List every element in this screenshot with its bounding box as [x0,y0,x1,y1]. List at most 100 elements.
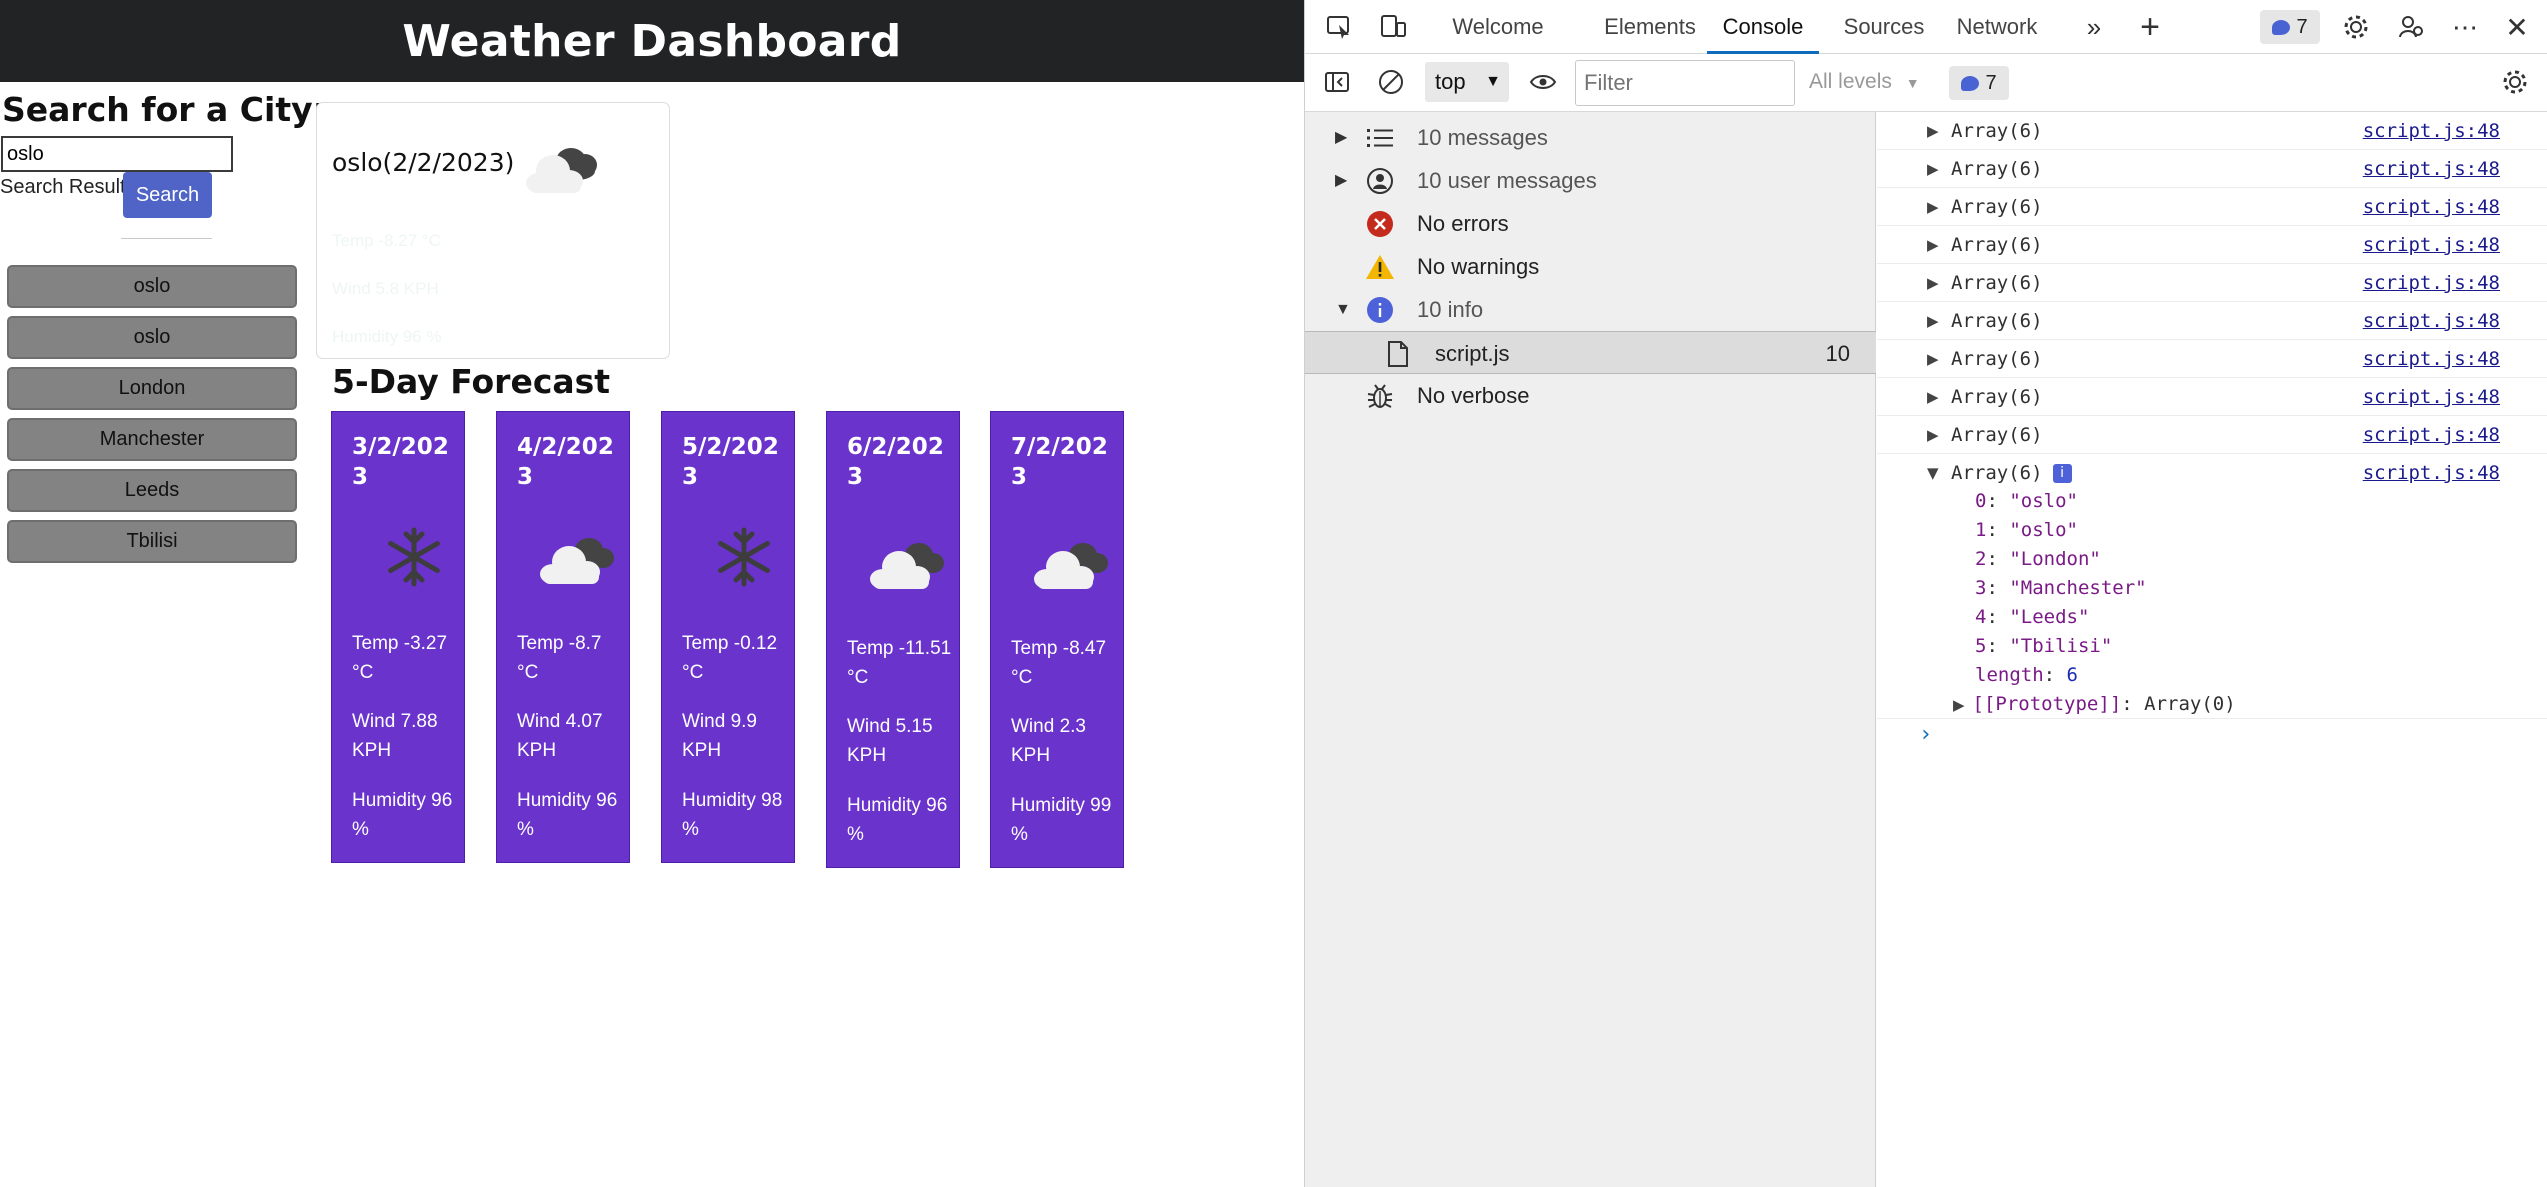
search-heading: Search for a City: [2,90,326,129]
sidebar-item-user-messages[interactable]: ▶ 10 user messages [1305,159,1876,202]
current-wind: Wind 5.8 KPH [332,279,439,298]
expand-arrow-icon[interactable]: ▶ [1927,150,1939,188]
issues-badge[interactable]: 7 [2260,10,2320,44]
log-source-link[interactable]: script.js:48 [2363,264,2500,302]
forecast-temp: Temp -0.12 °C [682,633,778,683]
history-button-leeds[interactable]: Leeds [7,469,297,512]
expand-arrow-icon[interactable]: ▶ [1927,264,1939,302]
forecast-wind: Wind 4.07 KPH [517,711,603,761]
forecast-date: 7/2/2023 [1011,434,1108,490]
log-source-link[interactable]: script.js:48 [2363,416,2500,454]
log-entry[interactable]: ▶ Array(6) script.js:48 [1877,150,2547,188]
log-entry[interactable]: ▶ Array(6) script.js:48 [1877,188,2547,226]
sidebar-item-errors[interactable]: No errors [1305,202,1876,245]
expand-arrow-icon[interactable]: ▶ [1927,226,1939,264]
sidebar-label: 10 user messages [1417,168,1597,193]
log-source-link[interactable]: script.js:48 [2363,302,2500,340]
forecast-temp: Temp -11.51 °C [847,638,952,688]
sidebar-item-verbose[interactable]: No verbose [1305,374,1876,417]
search-button[interactable]: Search [123,172,212,218]
log-source-link[interactable]: script.js:48 [2363,226,2500,264]
expand-arrow-icon[interactable]: ▶ [1927,416,1939,454]
forecast-humidity: Humidity 96 % [847,795,948,845]
expand-arrow-icon[interactable]: ▶ [1927,112,1939,150]
expand-arrow-icon[interactable]: ▶ [1927,302,1939,340]
warning-icon [1365,252,1395,282]
array-item: 3: "Manchester" [1975,577,2147,599]
forecast-temp: Temp -8.7 °C [517,633,602,683]
collapse-arrow-icon[interactable]: ▼ [1927,454,1939,492]
forecast-wind: Wind 5.15 KPH [847,716,933,766]
log-entry[interactable]: ▶ Array(6) script.js:48 [1877,302,2547,340]
collapse-arrow-icon[interactable]: ▼ [1335,288,1351,331]
device-toolbar-icon[interactable] [1377,12,1409,42]
sidebar-label: No warnings [1417,254,1540,279]
log-entry-expanded[interactable]: ▼ Array(6) i script.js:48 0: "oslo" 1: "o… [1877,454,2547,719]
expand-arrow-icon[interactable]: ▶ [1927,188,1939,226]
array-prototype[interactable]: ▶ [[Prototype]]: Array(0) [1953,690,2236,720]
customize-icon[interactable] [2395,11,2427,43]
current-temp: Temp -8.27 °C [332,231,441,250]
tab-network[interactable]: Network [1945,0,2049,54]
log-source-link[interactable]: script.js:48 [2363,150,2500,188]
tab-welcome[interactable]: Welcome [1443,0,1553,54]
log-entry[interactable]: ▶ Array(6) script.js:48 [1877,416,2547,454]
forecast-card: 6/2/2023 Temp -11.51 °C Wind 5.15 KPH Hu… [826,411,960,868]
cloud-icon [870,543,944,589]
log-entry[interactable]: ▶ Array(6) script.js:48 [1877,264,2547,302]
console-toolbar: top ▼ All levels ▼ 7 [1305,54,2547,112]
log-source-link[interactable]: script.js:48 [2363,188,2500,226]
history-button-oslo-2[interactable]: oslo [7,316,297,359]
tab-sources[interactable]: Sources [1835,0,1933,54]
sidebar-item-warnings[interactable]: No warnings [1305,245,1876,288]
more-tabs-icon[interactable]: » [2079,12,2109,42]
sidebar-item-messages[interactable]: ▶ 10 messages [1305,116,1876,159]
history-button-manchester[interactable]: Manchester [7,418,297,461]
app-header: Weather Dashboard [0,0,1304,82]
sidebar-label: No errors [1417,211,1509,236]
close-icon[interactable]: ✕ [2501,11,2533,43]
expand-arrow-icon[interactable]: ▶ [1335,116,1347,159]
expand-arrow-icon[interactable]: ▶ [1927,378,1939,416]
expand-arrow-icon[interactable]: ▶ [1927,340,1939,378]
info-icon: i [2052,464,2072,483]
issues-count: 7 [1985,71,1997,94]
history-button-oslo[interactable]: oslo [7,265,297,308]
log-source-link[interactable]: script.js:48 [2363,340,2500,378]
log-entry[interactable]: ▶ Array(6) script.js:48 [1877,112,2547,150]
weather-app: Weather Dashboard Search for a City: Sea… [0,0,1304,1187]
current-city-date: oslo(2/2/2023) [332,148,515,177]
log-entry[interactable]: ▶ Array(6) script.js:48 [1877,378,2547,416]
log-entry[interactable]: ▶ Array(6) script.js:48 [1877,340,2547,378]
settings-icon[interactable] [2340,11,2372,43]
add-tab-icon[interactable]: + [2133,8,2167,46]
forecast-date: 4/2/2023 [517,434,614,490]
sidebar-toggle-icon[interactable] [1321,66,1353,98]
log-source-link[interactable]: script.js:48 [2363,378,2500,416]
tab-console[interactable]: Console [1707,0,1819,54]
log-source-link[interactable]: script.js:48 [2363,112,2500,150]
log-source-link[interactable]: script.js:48 [2363,454,2500,492]
sidebar-item-script-js[interactable]: script.js 10 [1305,331,1876,374]
console-prompt-icon[interactable]: › [1919,722,1932,747]
issues-badge[interactable]: 7 [1949,66,2009,100]
live-expression-icon[interactable] [1527,66,1559,98]
more-options-icon[interactable]: ⋯ [2449,11,2481,43]
context-select[interactable]: top ▼ [1425,62,1509,102]
clear-console-icon[interactable] [1375,66,1407,98]
filter-input[interactable] [1575,60,1795,106]
sidebar-item-info[interactable]: ▼ 10 info [1305,288,1876,331]
log-entry[interactable]: ▶ Array(6) script.js:48 [1877,226,2547,264]
log-text: Array(6) [1951,272,2043,294]
expand-arrow-icon[interactable]: ▶ [1335,159,1347,202]
tab-elements[interactable]: Elements [1595,0,1705,54]
history-button-tbilisi[interactable]: Tbilisi [7,520,297,563]
console-settings-icon[interactable] [2499,66,2531,98]
search-input[interactable] [1,136,233,172]
history-button-london[interactable]: London [7,367,297,410]
inspect-icon[interactable] [1323,12,1355,42]
expand-arrow-icon[interactable]: ▶ [1953,696,1965,714]
log-levels-select[interactable]: All levels ▼ [1809,62,1920,102]
array-item: 5: "Tbilisi" [1975,635,2113,657]
array-item: 0: "oslo" [1975,490,2078,512]
